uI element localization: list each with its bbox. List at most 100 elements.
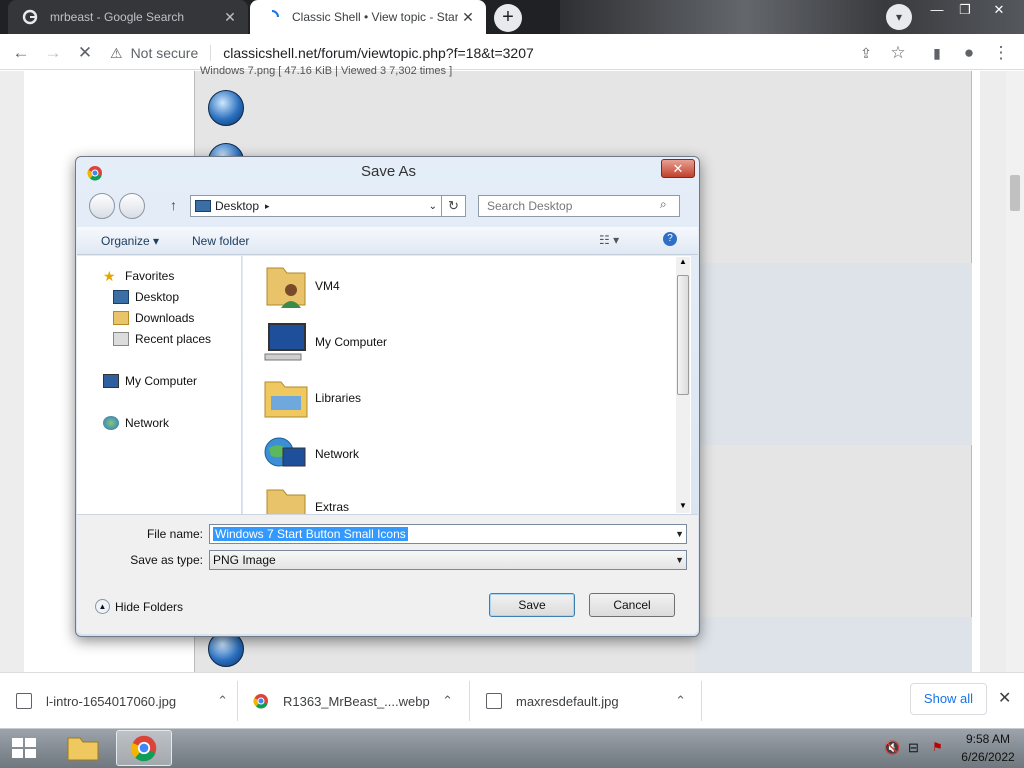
chevron-down-icon[interactable]: ▼ — [675, 551, 684, 569]
side-panel-icon[interactable]: ▮ — [926, 42, 948, 64]
nav-recent-places[interactable]: Recent places — [113, 329, 211, 349]
organize-button[interactable]: Organize ▾ — [101, 234, 159, 248]
tab-close-icon[interactable]: ✕ — [220, 9, 240, 26]
search-input[interactable]: Search Desktop — [478, 195, 680, 217]
file-name-label: File name: — [146, 527, 203, 541]
divider — [701, 681, 702, 721]
file-item-libraries[interactable]: Libraries — [261, 372, 661, 424]
scrollbar-thumb[interactable] — [677, 275, 689, 395]
back-icon[interactable] — [89, 193, 115, 219]
breadcrumb-item[interactable]: Desktop — [215, 199, 259, 213]
nav-downloads[interactable]: Downloads — [113, 308, 194, 328]
clock-date[interactable]: 6/26/2022 — [956, 750, 1020, 764]
tab-close-icon[interactable]: ✕ — [458, 9, 478, 26]
divider — [469, 681, 470, 721]
bookmark-star-icon[interactable]: ☆ — [887, 42, 909, 64]
address-bar[interactable]: ⚠ Not secure classicshell.net/forum/view… — [110, 40, 850, 66]
chevron-down-icon[interactable]: ⌄ — [429, 201, 437, 212]
dialog-footer: File name: Windows 7 Start Button Small … — [77, 514, 698, 634]
image-file-icon — [486, 693, 502, 709]
network-tray-icon[interactable]: ⊟ — [908, 740, 919, 756]
minimize-icon[interactable]: — — [922, 0, 952, 20]
tab-search-button[interactable]: ▾ — [886, 4, 912, 30]
file-item-my-computer[interactable]: My Computer — [261, 316, 661, 368]
share-icon[interactable]: ⇪ — [855, 42, 877, 64]
clock-time[interactable]: 9:58 AM — [956, 732, 1020, 746]
file-name: VM4 — [315, 279, 340, 293]
close-shelf-icon[interactable]: ✕ — [998, 688, 1011, 708]
restore-icon[interactable]: ❐ — [950, 0, 980, 20]
file-item-vm4[interactable]: VM4 — [261, 260, 661, 312]
cancel-button[interactable]: Cancel — [589, 593, 675, 617]
file-item-network[interactable]: Network — [261, 428, 661, 480]
file-name: Network — [315, 447, 360, 461]
command-bar: Organize ▾ New folder ☷ ▾ ? — [77, 227, 698, 255]
back-icon[interactable]: ← — [10, 42, 32, 64]
dialog-title: Save As — [360, 163, 417, 180]
save-as-type-value: PNG Image — [213, 553, 276, 567]
nav-network[interactable]: Network — [103, 413, 169, 433]
nav-label: Recent places — [135, 332, 212, 346]
chevron-up-icon[interactable]: ⌃ — [217, 693, 228, 709]
computer-icon — [103, 374, 119, 388]
refresh-button[interactable]: ↻ — [442, 195, 466, 217]
image-file-icon — [16, 693, 32, 709]
download-item[interactable]: R1363_MrBeast_....webp ⌃ — [253, 687, 453, 715]
nav-favorites[interactable]: ★ Favorites — [103, 266, 174, 286]
chevron-up-icon[interactable]: ⌃ — [442, 693, 453, 709]
file-name: Extras — [315, 500, 350, 514]
windows-logo-icon — [12, 738, 36, 758]
windows-orb-icon[interactable] — [208, 90, 244, 126]
chevron-right-icon[interactable]: ▸ — [265, 201, 270, 212]
file-list-scrollbar[interactable]: ▲ ▼ — [676, 257, 690, 513]
file-name-value[interactable]: Windows 7 Start Button Small Icons — [213, 527, 408, 541]
new-tab-button[interactable]: + — [494, 4, 522, 32]
file-item-extras[interactable]: Extras — [261, 484, 661, 514]
start-button[interactable] — [8, 734, 40, 762]
warning-icon[interactable]: ⚠ — [110, 45, 123, 62]
save-as-type-select[interactable]: PNG Image ▼ — [209, 550, 687, 570]
chevron-up-icon[interactable]: ⌃ — [675, 693, 686, 709]
url-text[interactable]: classicshell.net/forum/viewtopic.php?f=1… — [223, 45, 534, 61]
download-item[interactable]: l-intro-1654017060.jpg ⌃ — [16, 687, 228, 715]
nav-desktop[interactable]: Desktop — [113, 287, 179, 307]
stop-icon[interactable]: ✕ — [74, 42, 96, 64]
scrollbar-thumb[interactable] — [1010, 175, 1020, 211]
google-icon — [22, 9, 38, 25]
volume-muted-icon[interactable]: 🔇 — [884, 740, 900, 756]
dialog-close-button[interactable]: ✕ — [661, 159, 695, 178]
network-icon — [264, 437, 306, 467]
up-arrow-icon[interactable]: ↑ — [170, 197, 177, 213]
file-name-field[interactable]: Windows 7 Start Button Small Icons ▼ — [209, 524, 687, 544]
nav-my-computer[interactable]: My Computer — [103, 371, 197, 391]
download-item[interactable]: maxresdefault.jpg ⌃ — [486, 687, 686, 715]
tab-title: mrbeast - Google Search — [50, 10, 185, 24]
scroll-down-icon[interactable]: ▼ — [679, 501, 687, 510]
forward-icon[interactable] — [119, 193, 145, 219]
security-label[interactable]: Not secure — [131, 45, 199, 61]
hide-folders-button[interactable]: ▲ Hide Folders — [95, 599, 183, 614]
taskbar-explorer[interactable] — [60, 730, 106, 766]
view-options-icon[interactable]: ☷ ▾ — [599, 233, 619, 247]
show-all-button[interactable]: Show all — [910, 683, 987, 715]
forward-icon[interactable]: → — [42, 42, 64, 64]
action-center-icon[interactable]: ⚑ — [932, 740, 943, 754]
new-folder-button[interactable]: New folder — [192, 234, 249, 248]
page-scrollbar[interactable] — [1006, 71, 1024, 672]
star-icon: ★ — [103, 268, 116, 284]
chevron-down-icon[interactable]: ▼ — [675, 525, 684, 543]
nav-label: Network — [125, 416, 170, 430]
profile-icon[interactable]: ● — [958, 42, 980, 64]
save-as-dialog: Save As ✕ ↑ Desktop ▸ ⌄ ↻ Search Desktop… — [75, 156, 700, 637]
save-button[interactable]: Save — [489, 593, 575, 617]
taskbar-chrome[interactable] — [116, 730, 172, 766]
close-window-icon[interactable]: ✕ — [984, 0, 1014, 20]
hide-folders-label: Hide Folders — [115, 599, 184, 614]
scroll-up-icon[interactable]: ▲ — [679, 257, 687, 266]
tab-google-search[interactable]: mrbeast - Google Search ✕ — [8, 0, 248, 34]
network-icon — [103, 416, 119, 430]
breadcrumb[interactable]: Desktop ▸ ⌄ — [190, 195, 442, 217]
menu-dots-icon[interactable]: ⋮ — [990, 42, 1012, 64]
help-icon[interactable]: ? — [663, 232, 677, 246]
tab-classic-shell[interactable]: Classic Shell • View topic - Start B ✕ — [250, 0, 486, 34]
